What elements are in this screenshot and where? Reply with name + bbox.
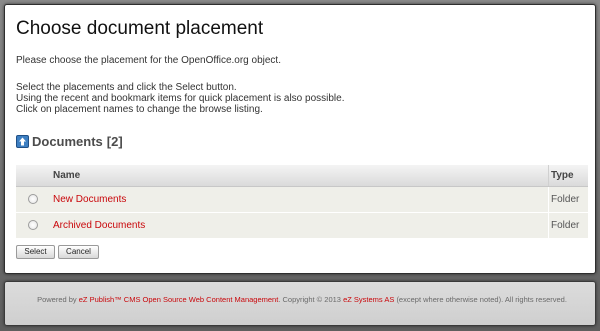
row-select-cell [16,212,42,239]
up-arrow-icon[interactable] [16,134,29,148]
page-background: Choose document placement Please choose … [0,0,600,331]
content-panel: Choose document placement Please choose … [4,4,596,274]
intro-text: Please choose the placement for the Open… [16,55,281,66]
browse-title-label: Documents [32,133,103,149]
instructions: Select the placements and click the Sele… [16,82,345,115]
row-type: Folder [548,186,588,213]
page-title: Choose document placement [16,18,264,39]
placement-table: Name Type New Documents Folder Archived … [16,165,588,239]
footer-powered-by: Powered by [37,295,77,304]
browse-header: Documents [2] [16,133,123,149]
header-name: Name [42,165,549,187]
row-name-cell: New Documents [42,186,549,213]
table-row: Archived Documents Folder [16,212,588,239]
browse-title: Documents [2] [32,134,123,149]
footer-copyright: . Copyright © 2013 [278,295,341,304]
row-type: Folder [548,212,588,239]
footer-rights: (except where otherwise noted). All righ… [396,295,567,304]
table-row: New Documents Folder [16,186,588,213]
table-header-row: Name Type [16,165,588,187]
header-select [16,165,42,187]
instruction-line: Click on placement names to change the b… [16,104,263,115]
placement-link[interactable]: Archived Documents [53,220,145,231]
placement-radio[interactable] [28,194,38,205]
instruction-line: Using the recent and bookmark items for … [16,93,345,104]
footer: Powered by eZ Publish™ CMS Open Source W… [4,281,596,326]
instruction-line: Select the placements and click the Sele… [16,82,237,93]
header-type: Type [548,165,588,187]
row-select-cell [16,186,42,213]
select-button[interactable]: Select [16,245,55,259]
placement-radio[interactable] [28,220,38,231]
placement-link[interactable]: New Documents [53,194,126,205]
row-name-cell: Archived Documents [42,212,549,239]
browse-count: [2] [106,133,123,149]
footer-text: Powered by eZ Publish™ CMS Open Source W… [27,294,577,305]
footer-company-link[interactable]: eZ Systems AS [343,295,394,304]
footer-product-link[interactable]: eZ Publish™ CMS Open Source Web Content … [79,295,279,304]
cancel-button[interactable]: Cancel [58,245,99,259]
